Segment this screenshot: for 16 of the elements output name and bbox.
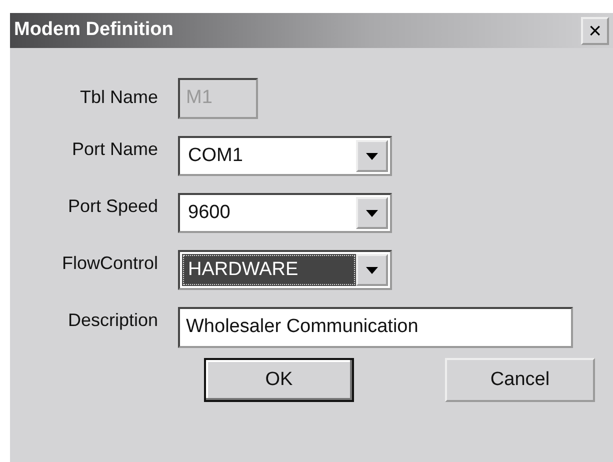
dropdown[interactable]: 9600 bbox=[178, 193, 392, 233]
dropdown-arrow-icon bbox=[366, 152, 378, 160]
dialog-button[interactable]: Cancel bbox=[445, 358, 595, 402]
text-field[interactable]: Wholesaler Communication bbox=[178, 307, 573, 348]
field-label: Description bbox=[66, 309, 159, 332]
close-button[interactable]: × bbox=[581, 16, 609, 44]
field-label: Tbl Name bbox=[78, 86, 159, 109]
field-label: Port Speed bbox=[66, 195, 159, 218]
field-label: FlowControl bbox=[60, 252, 159, 275]
window-title: Modem Definition bbox=[14, 18, 174, 42]
dropdown[interactable]: HARDWARE bbox=[178, 250, 392, 290]
field-label: Port Name bbox=[70, 138, 159, 161]
dropdown[interactable]: COM1 bbox=[178, 136, 392, 176]
dropdown-arrow-icon bbox=[366, 266, 378, 274]
dialog-button[interactable]: OK bbox=[204, 358, 354, 402]
dropdown-arrow-icon bbox=[366, 210, 378, 216]
